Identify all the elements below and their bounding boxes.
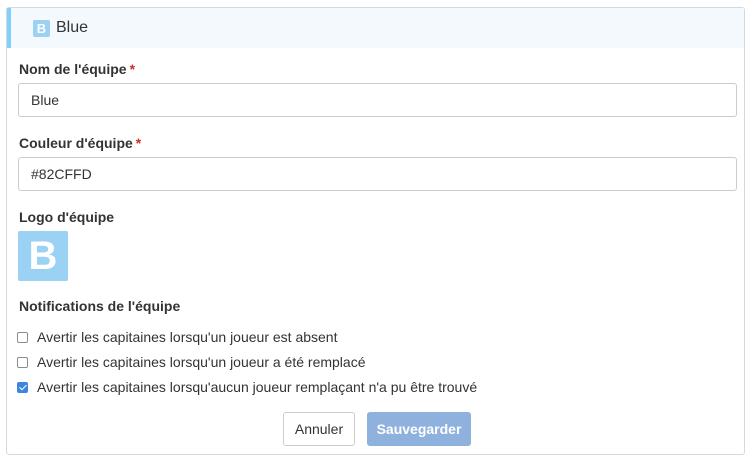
team-color-input[interactable] (18, 157, 737, 191)
notify-absent-label[interactable]: Avertir les capitaines lorsqu'un joueur … (37, 329, 337, 345)
required-marker: * (129, 61, 136, 77)
required-marker: * (135, 135, 142, 151)
team-color-label-text: Couleur d'équipe (19, 135, 133, 151)
notifications-label: Notifications de l'équipe (19, 298, 181, 314)
notification-option-replaced[interactable]: Avertir les capitaines lorsqu'un joueur … (17, 354, 365, 370)
team-logo-label: Logo d'équipe (19, 209, 115, 225)
team-name-label-text: Nom de l'équipe (19, 61, 127, 77)
team-logo-icon: B (33, 19, 50, 37)
notification-option-absent[interactable]: Avertir les capitaines lorsqu'un joueur … (17, 329, 337, 345)
save-button[interactable]: Sauvegarder (367, 412, 471, 446)
team-name-label: Nom de l'équipe * (19, 61, 135, 77)
team-color-label: Couleur d'équipe * (19, 135, 141, 151)
notify-replaced-checkbox[interactable] (17, 356, 28, 368)
notify-no-substitute-checkbox[interactable] (17, 381, 28, 393)
team-logo-image[interactable]: B (18, 231, 68, 281)
notify-replaced-label[interactable]: Avertir les capitaines lorsqu'un joueur … (37, 354, 365, 370)
team-edit-panel: B Blue Nom de l'équipe* Couleur d'équipe… (6, 7, 745, 455)
notify-absent-checkbox[interactable] (17, 331, 28, 343)
cancel-button[interactable]: Annuler (283, 412, 355, 446)
team-name-input[interactable] (18, 83, 737, 117)
notification-option-no-substitute[interactable]: Avertir les capitaines lorsqu'aucun joue… (17, 379, 477, 395)
panel-header: B Blue (7, 8, 744, 48)
team-title: Blue (56, 19, 89, 36)
notify-no-substitute-label[interactable]: Avertir les capitaines lorsqu'aucun joue… (37, 379, 477, 395)
